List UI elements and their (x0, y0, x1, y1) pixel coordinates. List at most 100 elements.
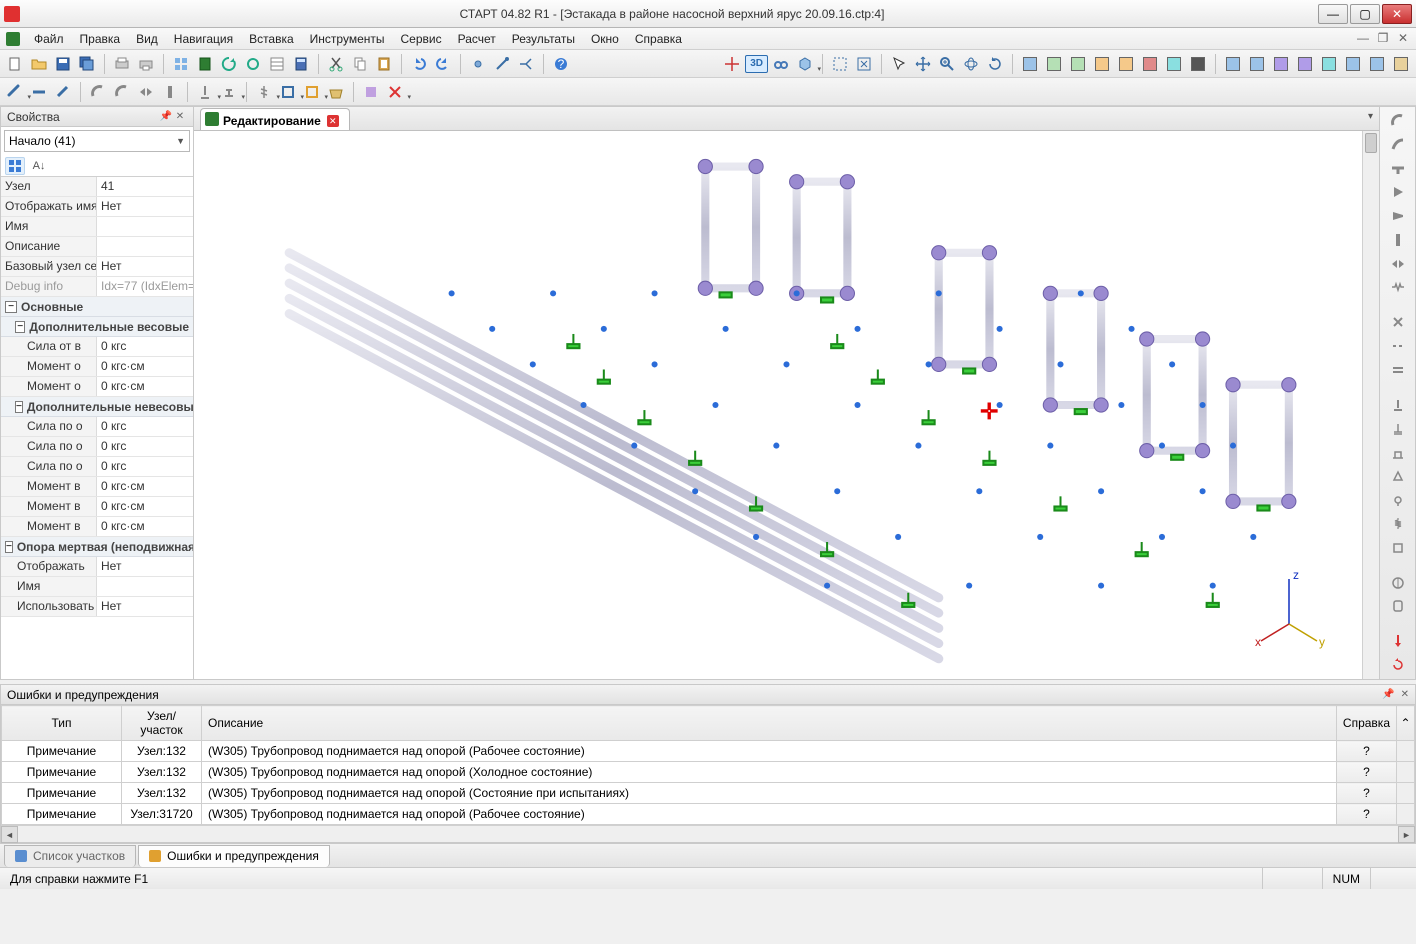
menu-view[interactable]: Вид (128, 30, 166, 48)
col-desc[interactable]: Описание (202, 706, 1337, 741)
property-value[interactable]: 0 кгс (97, 417, 193, 436)
property-value[interactable]: Нет (97, 197, 193, 216)
scroll-up-button[interactable]: ⌃ (1397, 706, 1415, 741)
menu-calc[interactable]: Расчет (450, 30, 504, 48)
rtb-sup-e-icon[interactable] (1385, 490, 1411, 510)
tool-f[interactable] (1139, 53, 1161, 75)
property-row[interactable]: Момент о0 кгс·см (1, 377, 193, 397)
menu-help[interactable]: Справка (627, 30, 690, 48)
property-row[interactable]: Момент в0 кгс·см (1, 517, 193, 537)
sort-az-button[interactable]: A↓ (29, 157, 49, 175)
property-row[interactable]: Сила по о0 кгс (1, 437, 193, 457)
error-help-button[interactable]: ? (1336, 783, 1396, 804)
branch-button[interactable] (515, 53, 537, 75)
property-value[interactable] (97, 237, 193, 256)
bend-a-button[interactable] (87, 81, 109, 103)
rtb-play-icon[interactable] (1385, 182, 1411, 202)
ins-dropdown-a[interactable] (277, 81, 299, 103)
pin-icon[interactable]: 📌 (1382, 689, 1394, 700)
property-row[interactable]: Сила по о0 кгс (1, 417, 193, 437)
new-button[interactable] (4, 53, 26, 75)
support-dropdown[interactable] (194, 81, 216, 103)
rtb-bend2-icon[interactable] (1385, 135, 1411, 155)
property-row[interactable]: Узел41 (1, 177, 193, 197)
joint-button[interactable] (467, 53, 489, 75)
rtb-flange-icon[interactable] (1385, 230, 1411, 250)
mdi-restore[interactable]: ❐ (1374, 30, 1392, 46)
cube-dropdown[interactable] (794, 53, 816, 75)
collapse-icon[interactable]: − (5, 541, 13, 553)
property-row[interactable]: Описание (1, 237, 193, 257)
rtb-dash-icon[interactable] (1385, 336, 1411, 356)
rtb-moment-icon[interactable] (1385, 655, 1411, 675)
layer-f[interactable] (1342, 53, 1364, 75)
error-row[interactable]: ПримечаниеУзел:132(W305) Трубопровод под… (2, 783, 1415, 804)
tool-h[interactable] (1187, 53, 1209, 75)
rotate-button[interactable] (984, 53, 1006, 75)
property-row[interactable]: Имя (1, 217, 193, 237)
spring-dropdown[interactable] (253, 81, 275, 103)
refresh-button[interactable] (218, 53, 240, 75)
menu-insert[interactable]: Вставка (241, 30, 302, 48)
rtb-tee-icon[interactable] (1385, 159, 1411, 179)
property-row[interactable]: Базовый узел сетиНет (1, 257, 193, 277)
property-row[interactable]: Момент в0 кгс·см (1, 497, 193, 517)
view-3d-button[interactable]: 3D (745, 55, 768, 73)
table-button[interactable] (266, 53, 288, 75)
box-open-button[interactable] (325, 81, 347, 103)
menu-nav[interactable]: Навигация (166, 30, 241, 48)
layer-e[interactable] (1318, 53, 1340, 75)
layer-a[interactable] (1222, 53, 1244, 75)
property-group[interactable]: − Основные (1, 297, 193, 317)
error-help-button[interactable]: ? (1336, 762, 1396, 783)
collapse-icon[interactable]: − (15, 401, 23, 413)
panel-close-icon[interactable]: ✕ (1401, 689, 1409, 700)
property-row[interactable]: Момент в0 кгс·см (1, 477, 193, 497)
rtb-reducer-icon[interactable] (1385, 206, 1411, 226)
scroll-left-icon[interactable]: ◄ (1, 826, 18, 843)
layer-c[interactable] (1270, 53, 1292, 75)
zoom-extents-button[interactable] (853, 53, 875, 75)
print-preview-button[interactable] (111, 53, 133, 75)
property-value[interactable] (97, 577, 193, 596)
error-row[interactable]: ПримечаниеУзел:31720(W305) Трубопровод п… (2, 804, 1415, 825)
property-group[interactable]: − Опора мертвая (неподвижная) (1, 537, 193, 557)
binoculars-button[interactable] (770, 53, 792, 75)
property-row[interactable]: Отображать имяНет (1, 197, 193, 217)
property-value[interactable]: 0 кгс (97, 337, 193, 356)
rtb-para-icon[interactable] (1385, 360, 1411, 380)
undo-button[interactable] (408, 53, 430, 75)
save-all-button[interactable] (76, 53, 98, 75)
tab-close-icon[interactable]: ✕ (327, 115, 339, 127)
tile-button[interactable] (170, 53, 192, 75)
horizontal-scrollbar[interactable]: ◄ ► (1, 825, 1415, 842)
menu-edit[interactable]: Правка (72, 30, 129, 48)
viewport-3d[interactable]: ✛ z x y (194, 131, 1379, 679)
layer-b[interactable] (1246, 53, 1268, 75)
anchor-dropdown[interactable] (218, 81, 240, 103)
rtb-bend-icon[interactable] (1385, 111, 1411, 131)
target-button[interactable] (721, 53, 743, 75)
maximize-button[interactable]: ▢ (1350, 4, 1380, 24)
pointer-button[interactable] (888, 53, 910, 75)
marquee-button[interactable] (829, 53, 851, 75)
valve-button[interactable] (135, 81, 157, 103)
menu-file[interactable]: Файл (26, 30, 72, 48)
tool-a[interactable] (1019, 53, 1041, 75)
category-view-button[interactable] (5, 157, 25, 175)
close-button[interactable]: ✕ (1382, 4, 1412, 24)
minimize-button[interactable]: — (1318, 4, 1348, 24)
error-help-button[interactable]: ? (1336, 741, 1396, 762)
property-value[interactable]: 0 кгс·см (97, 477, 193, 496)
panel-close-icon[interactable]: ✕ (173, 110, 187, 124)
mdi-close[interactable]: ✕ (1394, 30, 1412, 46)
copy-button[interactable] (349, 53, 371, 75)
pipe-dropdown[interactable] (4, 81, 26, 103)
vertical-scrollbar[interactable] (1362, 131, 1379, 679)
property-value[interactable]: Нет (97, 557, 193, 576)
zoom-in-button[interactable] (936, 53, 958, 75)
paste-button[interactable] (373, 53, 395, 75)
collapse-icon[interactable]: − (15, 321, 25, 333)
menu-service[interactable]: Сервис (393, 30, 450, 48)
rtb-sup-a-icon[interactable] (1385, 395, 1411, 415)
